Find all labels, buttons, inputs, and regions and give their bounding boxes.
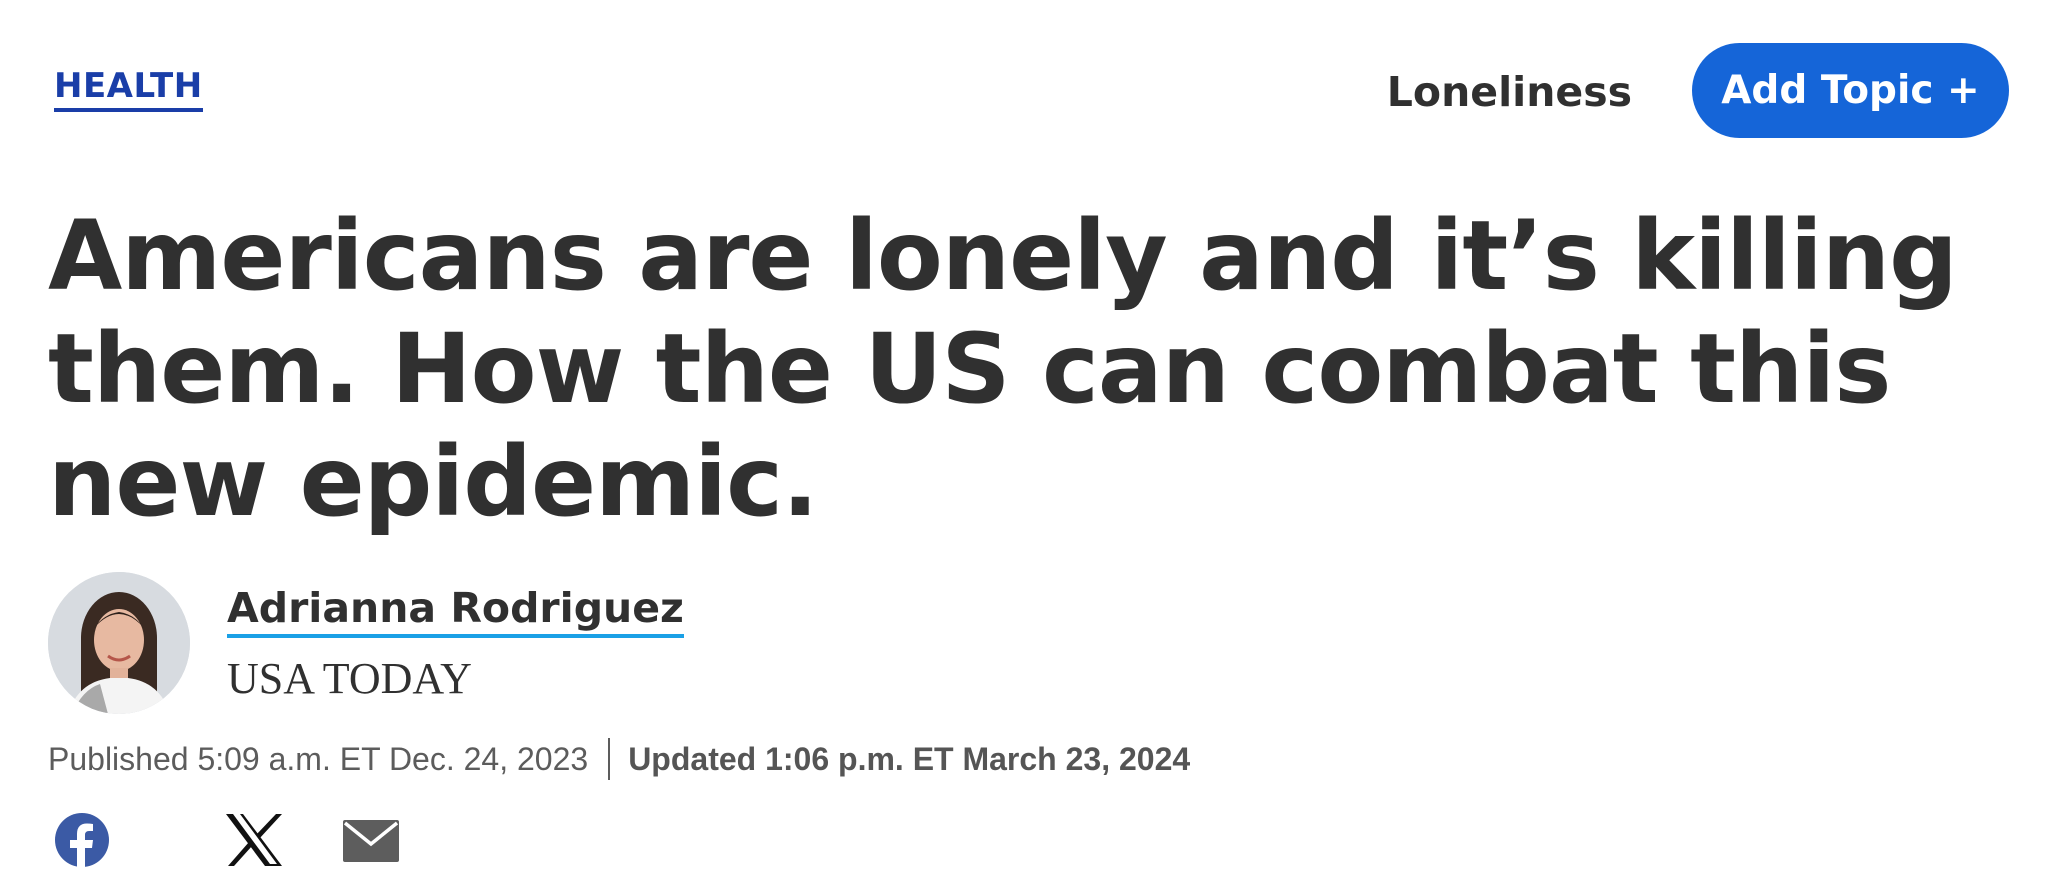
author-photo [48,572,190,714]
article-headline: Americans are lonely and it’s killing th… [48,200,1958,538]
facebook-icon [55,813,109,868]
article-dateline: Published 5:09 a.m. ET Dec. 24, 2023 Upd… [48,738,1190,780]
updated-date: Updated 1:06 p.m. ET March 23, 2024 [628,741,1191,777]
share-facebook-button[interactable] [54,812,110,868]
dateline-separator [608,738,611,780]
author-avatar[interactable] [48,572,190,714]
share-email-button[interactable] [342,812,400,868]
section-link-health[interactable]: HEALTH [54,66,203,112]
email-icon [343,820,399,862]
author-outlet: USA TODAY [227,654,472,703]
share-x-button[interactable] [224,812,284,868]
add-topic-button[interactable]: Add Topic + [1692,43,2009,138]
published-date: Published 5:09 a.m. ET Dec. 24, 2023 [48,741,589,777]
share-bar [54,812,400,868]
x-icon [226,814,282,866]
add-topic-label: Add Topic + [1721,68,1980,113]
topic-label[interactable]: Loneliness [1387,68,1632,116]
author-name-link[interactable]: Adrianna Rodriguez [227,583,684,638]
